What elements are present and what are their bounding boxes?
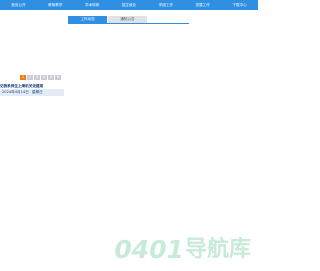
news-date-bar: 2024年4月14日 星期日 — [0, 89, 64, 96]
news-weekday: 星期日 — [31, 90, 43, 94]
page-button-6[interactable]: 6 — [55, 75, 61, 80]
page-button-5[interactable]: 5 — [48, 75, 54, 80]
page-button-2[interactable]: 2 — [27, 75, 33, 80]
nav-item-downloads[interactable]: 下载中心 — [221, 0, 258, 10]
slide-pager: 1 2 3 4 5 6 — [20, 75, 61, 80]
nav-item-teaching[interactable]: 教育教学 — [37, 0, 74, 10]
nav-item-party-work[interactable]: 党建工作 — [184, 0, 221, 10]
page-button-1[interactable]: 1 — [20, 75, 26, 80]
page-button-4[interactable]: 4 — [41, 75, 47, 80]
nav-item-admissions[interactable]: 招生就业 — [111, 0, 148, 10]
nav-item-student-work[interactable]: 学团工作 — [147, 0, 184, 10]
tab-underline — [68, 23, 189, 24]
news-tabs: 工作动态 通知公告 — [68, 16, 147, 23]
watermark-digits: 0401 — [114, 235, 184, 264]
tab-work-news[interactable]: 工作动态 — [68, 16, 107, 23]
watermark-logo: 0401 导航库 — [114, 237, 251, 263]
tab-announcements[interactable]: 通知公告 — [108, 16, 147, 23]
nav-item-research[interactable]: 学术科研 — [74, 0, 111, 10]
watermark-text: 导航库 — [184, 237, 251, 262]
nav-item-home[interactable]: 首页公开 — [0, 0, 37, 10]
news-date: 2024年4月14日 — [2, 90, 29, 94]
page-button-3[interactable]: 3 — [34, 75, 40, 80]
top-navigation: 首页公开 教育教学 学术科研 招生就业 学团工作 党建工作 下载中心 — [0, 0, 258, 10]
